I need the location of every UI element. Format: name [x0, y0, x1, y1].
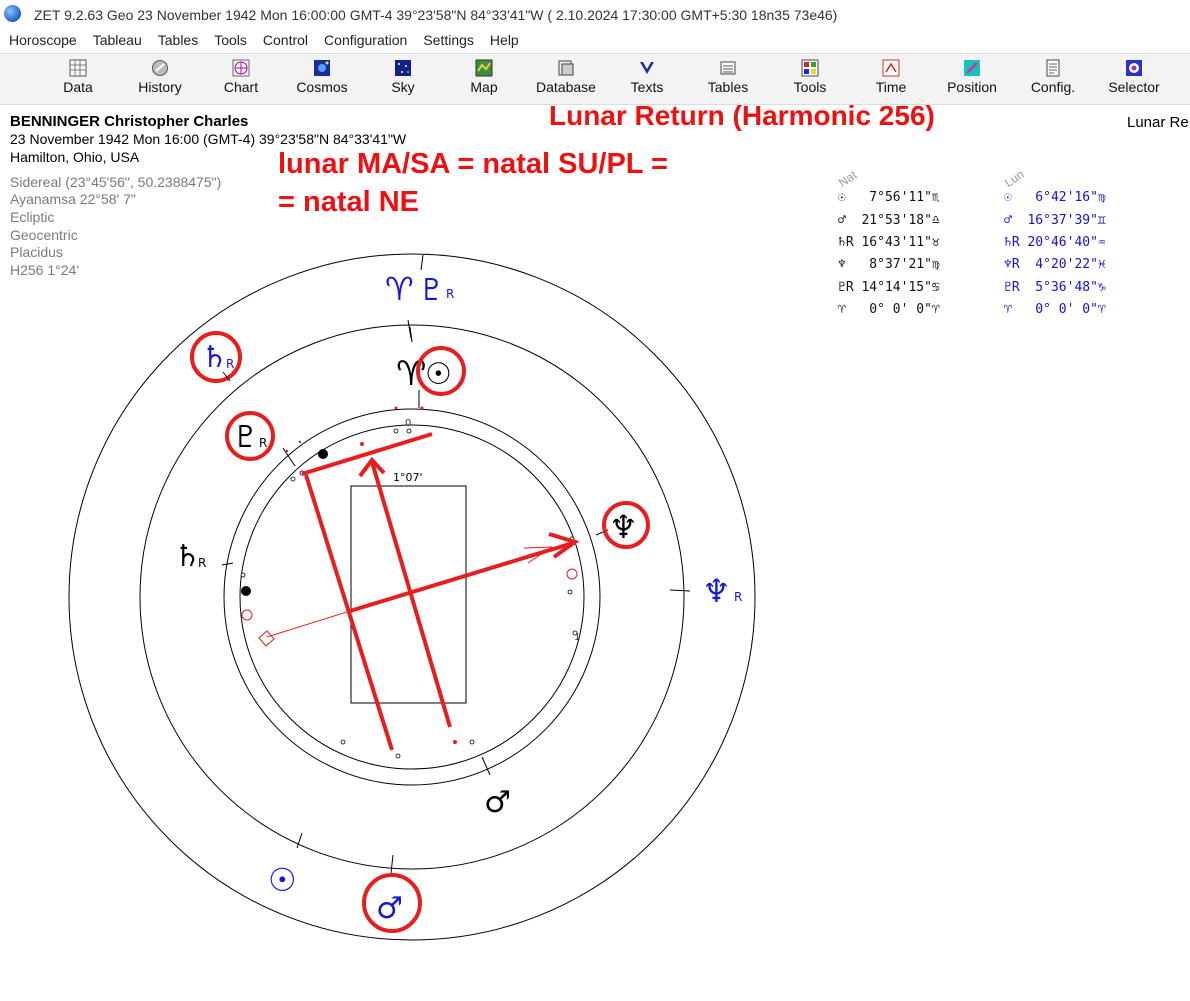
aries-point-tick-label: 0	[405, 418, 411, 429]
lunar-saturn-retro: R	[226, 357, 234, 371]
natal-saturn-glyph: ♄	[174, 539, 201, 574]
natal-ring-ticks	[221, 390, 609, 776]
natal-sun-glyph: ☉	[425, 357, 452, 392]
natal-pluto-retro: R	[259, 436, 267, 450]
lunar-sun-glyph: ☉	[268, 861, 297, 899]
natal-planet-dot-1	[318, 449, 328, 459]
lunar-pluto-glyph: ♇	[418, 273, 445, 308]
axis-diamond	[258, 630, 275, 647]
orb-label: 1°07'	[393, 471, 423, 484]
lunar-neptune-retro: R	[734, 590, 742, 604]
natal-mars-glyph: ♂	[484, 785, 511, 820]
outer-ring-ticks	[296, 254, 691, 874]
lunar-aries-point-glyph: ♈	[385, 270, 414, 308]
harmonic-chart-wheel[interactable]: 1°07' 0 1 ♈ ☉ ♇ R ♄ R ♆ ♂ ♈ ♇ R ♄ R ♆ R …	[0, 0, 1190, 1001]
natal-saturn-retro: R	[198, 556, 206, 570]
red-marker-left	[241, 609, 253, 621]
red-marker-right	[566, 568, 578, 580]
natal-pluto-glyph: ♇	[232, 420, 259, 455]
lunar-mars-glyph: ♂	[376, 891, 403, 926]
natal-planet-dot-2	[241, 586, 251, 596]
lunar-pluto-retro: R	[446, 287, 454, 301]
natal-neptune-glyph: ♆	[609, 508, 638, 546]
lunar-saturn-glyph: ♄	[201, 340, 228, 375]
lunar-neptune-glyph: ♆	[702, 572, 731, 610]
